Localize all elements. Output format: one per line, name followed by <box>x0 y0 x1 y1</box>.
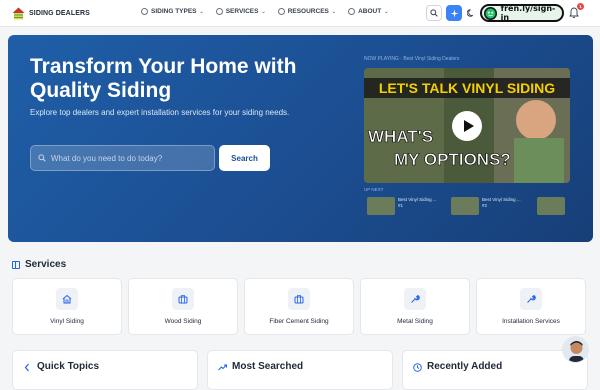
panel-title: Most Searched <box>232 361 304 372</box>
theme-toggle-button[interactable] <box>463 5 479 21</box>
search-input[interactable] <box>51 153 206 163</box>
nav-label: SERVICES <box>225 8 259 15</box>
question-circle-icon <box>215 8 223 15</box>
ai-assistant-button[interactable] <box>446 5 462 21</box>
playlist-item-title: Best Vinyl Siding ... <box>398 197 437 202</box>
question-circle-icon <box>277 8 285 15</box>
trending-icon <box>218 364 227 371</box>
playlist-item[interactable]: Best Vinyl Siding ... #2 <box>451 197 526 219</box>
recently-added-panel: Recently Added <box>402 350 588 390</box>
video-player[interactable]: LET'S TALK VINYL SIDING WHAT'S MY OPTION… <box>364 68 570 183</box>
question-circle-icon <box>348 8 356 15</box>
service-card-label: Fiber Cement Siding <box>269 318 329 325</box>
search-icon <box>38 154 46 162</box>
top-navigation-bar: SIDING DEALERS SIDING TYPES ⌄ SERVICES ⌄… <box>0 0 600 27</box>
playlist-item[interactable]: Best Vinyl Siding ... #1 <box>367 197 442 219</box>
playlist-thumbnail <box>367 197 395 215</box>
house-logo-icon <box>12 7 25 20</box>
nav-label: RESOURCES <box>287 8 329 15</box>
chevron-down-icon: ⌄ <box>199 8 204 15</box>
service-card-installation-services[interactable]: Installation Services <box>476 278 586 335</box>
nav-label: ABOUT <box>358 8 382 15</box>
services-heading: Services <box>12 259 66 270</box>
moon-icon <box>467 9 474 17</box>
home-icon <box>56 288 78 310</box>
playlist-item-text <box>568 197 578 219</box>
chat-assistant-avatar[interactable] <box>562 336 589 363</box>
search-icon <box>430 9 438 17</box>
sign-in-label: fren.ly/sign-in <box>500 4 556 22</box>
quick-topics-panel: Quick Topics <box>12 350 198 390</box>
service-card-label: Metal Siding <box>397 318 433 325</box>
nav-resources[interactable]: RESOURCES ⌄ <box>277 8 337 15</box>
most-searched-panel: Most Searched <box>207 350 393 390</box>
nav-label: SIDING TYPES <box>151 8 197 15</box>
question-circle-icon <box>141 8 148 15</box>
hero-title: Transform Your Home with Quality Siding <box>30 55 297 102</box>
playlist-thumbnail <box>451 197 479 215</box>
search-submit-button[interactable]: Search <box>219 145 270 171</box>
search-button[interactable] <box>426 5 442 21</box>
nav-siding-types[interactable]: SIDING TYPES ⌄ <box>141 8 204 15</box>
hero-subtitle: Explore top dealers and expert installat… <box>30 108 290 117</box>
brand-name: SIDING DEALERS <box>29 10 90 17</box>
clock-icon <box>413 363 422 372</box>
service-card-label: Wood Siding <box>164 318 202 325</box>
playlist-item-text: Best Vinyl Siding ... #1 <box>398 197 442 219</box>
wrench-icon <box>404 288 426 310</box>
nav-services[interactable]: SERVICES ⌄ <box>215 8 266 15</box>
video-headline-2: WHAT'S <box>368 127 433 146</box>
service-card-label: Vinyl Siding <box>50 318 84 325</box>
playlist-thumbnail <box>537 197 565 215</box>
video-headline-3: MY OPTIONS? <box>394 150 511 169</box>
playlist-item-meta: #1 <box>398 203 404 208</box>
service-card-label: Installation Services <box>502 318 560 325</box>
playlist-item-title: Best Vinyl Siding ... <box>482 197 521 202</box>
chevron-icon <box>24 363 29 372</box>
playlist-item[interactable] <box>537 197 578 219</box>
nav-about[interactable]: ABOUT ⌄ <box>348 8 388 15</box>
hero-search-field[interactable] <box>30 145 215 171</box>
video-headline-1: LET'S TALK VINYL SIDING <box>379 80 555 96</box>
playlist-label: UP NEXT <box>364 187 384 192</box>
service-card-vinyl-siding[interactable]: Vinyl Siding <box>12 278 122 335</box>
wrench-icon <box>520 288 542 310</box>
briefcase-icon <box>172 288 194 310</box>
services-title: Services <box>25 259 67 270</box>
service-card-metal-siding[interactable]: Metal Siding <box>360 278 470 335</box>
playlist-item-meta: #2 <box>482 203 488 208</box>
sign-in-button[interactable]: fren.ly/sign-in <box>480 4 564 22</box>
services-grid: Vinyl Siding Wood Siding Fiber Cement Si… <box>12 278 586 335</box>
notification-badge: 1 <box>577 3 584 10</box>
chevron-down-icon: ⌄ <box>384 8 389 15</box>
grid-icon <box>12 260 20 269</box>
service-card-fiber-cement-siding[interactable]: Fiber Cement Siding <box>244 278 354 335</box>
play-icon[interactable] <box>452 111 482 141</box>
chevron-down-icon: ⌄ <box>331 8 337 15</box>
sparkle-icon <box>450 9 458 17</box>
frenly-avatar-icon <box>484 6 497 20</box>
briefcase-icon <box>288 288 310 310</box>
panel-title: Quick Topics <box>37 361 100 372</box>
service-card-wood-siding[interactable]: Wood Siding <box>128 278 238 335</box>
chevron-down-icon: ⌄ <box>261 8 266 15</box>
hero-banner: Transform Your Home with Quality Siding … <box>8 35 593 242</box>
brand-logo[interactable]: SIDING DEALERS <box>12 7 90 20</box>
playlist-item-text: Best Vinyl Siding ... #2 <box>482 197 526 219</box>
main-nav: SIDING TYPES ⌄ SERVICES ⌄ RESOURCES ⌄ AB… <box>141 8 388 15</box>
video-now-playing-label: NOW PLAYING · Best Vinyl Siding Dealers <box>364 56 460 62</box>
panel-title: Recently Added <box>427 361 503 372</box>
